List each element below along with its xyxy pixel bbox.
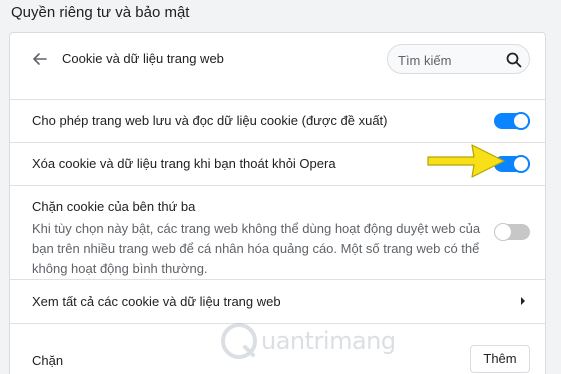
search-icon[interactable]: [505, 51, 523, 69]
divider: [10, 279, 545, 280]
see-all-cookies-link[interactable]: Xem tất cả các cookie và dữ liệu trang w…: [32, 294, 281, 309]
setting-block-third-party-label: Chặn cookie của bên thứ ba: [32, 199, 196, 214]
back-arrow-icon[interactable]: [30, 49, 50, 69]
watermark-icon: [221, 323, 257, 359]
toggle-knob: [494, 223, 512, 241]
search-box[interactable]: [387, 44, 530, 74]
divider: [10, 185, 545, 186]
chevron-right-icon[interactable]: [518, 295, 528, 307]
settings-card: Cookie và dữ liệu trang web Cho phép tra…: [9, 32, 546, 374]
allow-cookies-toggle[interactable]: [494, 112, 530, 130]
divider: [10, 99, 545, 100]
setting-allow-cookies-label: Cho phép trang web lưu và đọc dữ liệu co…: [32, 113, 388, 128]
watermark-text: uantrimang: [261, 327, 396, 355]
add-block-button[interactable]: Thêm: [470, 345, 530, 373]
toggle-knob: [512, 155, 530, 173]
block-section-label: Chặn: [32, 353, 64, 368]
watermark-logo: uantrimang: [215, 321, 396, 361]
block-third-party-toggle[interactable]: [494, 223, 530, 241]
section-title: Quyền riêng tư và bảo mật: [11, 4, 190, 21]
search-input[interactable]: [398, 51, 498, 69]
yellow-arrow-icon: [427, 144, 505, 178]
setting-clear-on-exit-label: Xóa cookie và dữ liệu trang khi bạn thoá…: [32, 156, 336, 171]
page-header: Cookie và dữ liệu trang web: [10, 33, 545, 85]
page-title: Cookie và dữ liệu trang web: [62, 51, 224, 66]
toggle-knob: [512, 112, 530, 130]
setting-block-third-party-description: Khi tùy chọn này bật, các trang web khôn…: [32, 221, 481, 276]
